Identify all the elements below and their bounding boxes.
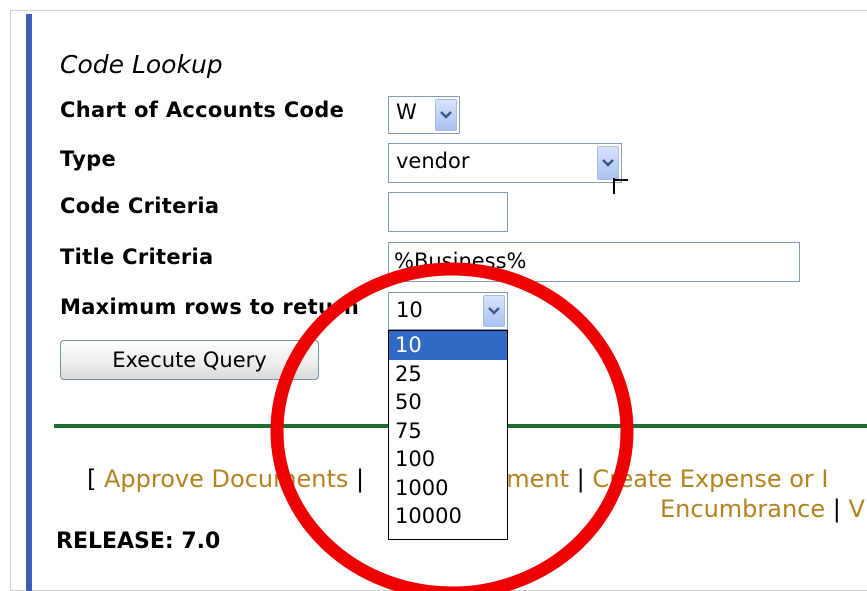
approve-documents-link[interactable]: Approve Documents xyxy=(104,465,348,493)
footer-links-row-3: Encumbrance | V xyxy=(660,495,865,523)
open-bracket: [ xyxy=(87,465,97,493)
footer-links-row: [ Approve Documents | xyxy=(87,465,364,493)
dropdown-option[interactable]: 10 xyxy=(389,331,507,360)
type-label: Type xyxy=(60,147,116,171)
trailing-link[interactable]: V xyxy=(849,495,865,523)
chevron-down-icon[interactable] xyxy=(483,295,505,327)
max-rows-value: 10 xyxy=(396,298,423,322)
dropdown-option[interactable]: 50 xyxy=(389,388,507,417)
chart-of-accounts-label: Chart of Accounts Code xyxy=(60,98,345,122)
title-criteria-label: Title Criteria xyxy=(60,245,214,269)
max-rows-select[interactable]: 10 xyxy=(388,292,508,330)
chart-of-accounts-select[interactable]: W xyxy=(388,96,460,134)
execute-query-button[interactable]: Execute Query xyxy=(60,340,319,380)
max-rows-dropdown-list[interactable]: 10 25 50 75 100 1000 10000 xyxy=(388,330,508,540)
window-top-border xyxy=(10,10,867,11)
code-criteria-label: Code Criteria xyxy=(60,194,220,218)
chevron-down-icon[interactable] xyxy=(597,146,619,180)
create-expense-link[interactable]: Create Expense or I xyxy=(592,465,828,493)
release-version: RELEASE: 7.0 xyxy=(56,529,221,554)
max-rows-label: Maximum rows to return xyxy=(60,295,360,319)
dropdown-option[interactable]: 100 xyxy=(389,445,507,474)
footer-links-row-2: ument | Create Expense or I xyxy=(491,465,828,493)
link-separator: | xyxy=(356,465,365,493)
dropdown-option[interactable]: 75 xyxy=(389,417,507,446)
window-left-border xyxy=(10,10,11,591)
title-criteria-input[interactable]: %Business% xyxy=(388,242,800,282)
code-criteria-input[interactable] xyxy=(388,192,508,232)
link-separator: | xyxy=(832,495,841,523)
dropdown-option[interactable]: 25 xyxy=(389,360,507,389)
type-select[interactable]: vendor xyxy=(388,143,622,183)
chart-of-accounts-value: W xyxy=(396,100,417,124)
left-accent-bar xyxy=(26,14,32,591)
dropdown-option[interactable]: 10000 xyxy=(389,502,507,531)
chevron-down-icon[interactable] xyxy=(435,99,457,131)
encumbrance-link[interactable]: Encumbrance xyxy=(660,495,825,523)
page-title: Code Lookup xyxy=(60,50,223,79)
dropdown-option[interactable]: 1000 xyxy=(389,474,507,503)
link-separator: | xyxy=(576,465,585,493)
text-cursor-icon xyxy=(613,178,628,194)
type-value: vendor xyxy=(396,149,470,173)
